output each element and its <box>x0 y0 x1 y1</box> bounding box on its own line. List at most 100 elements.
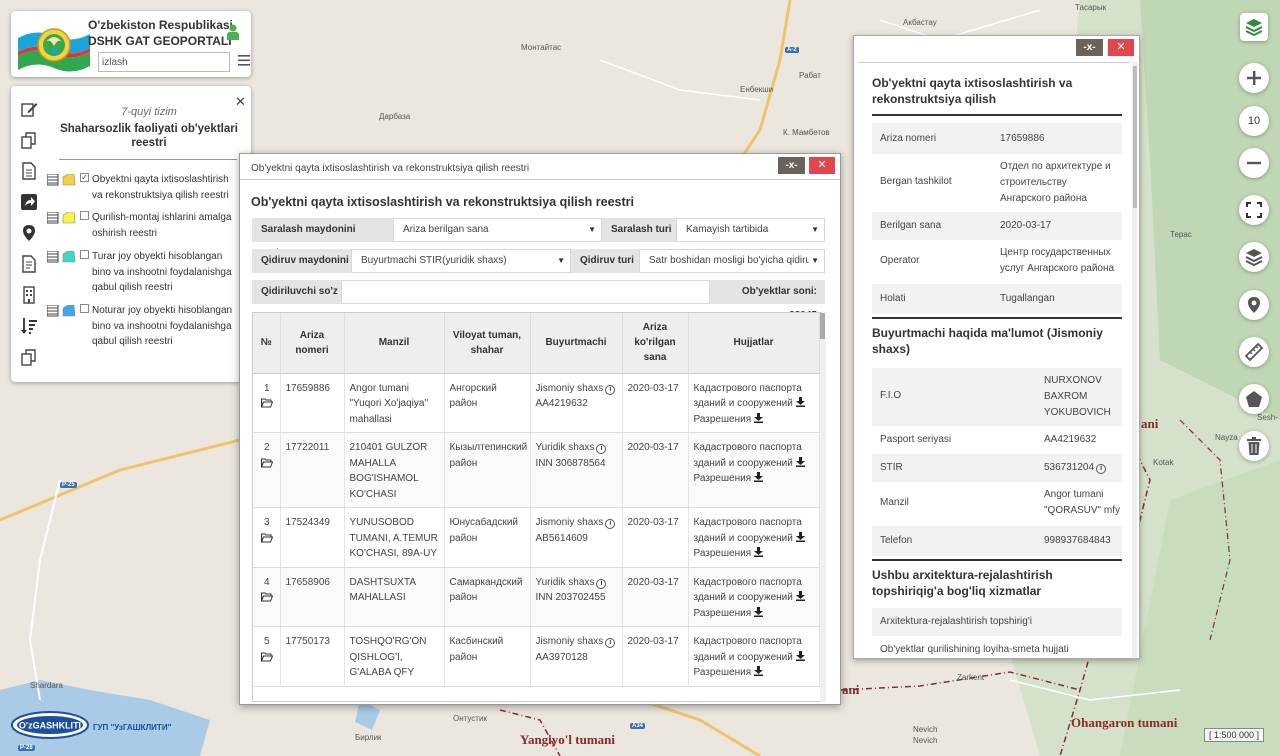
info-icon[interactable]: i <box>605 638 616 648</box>
download-icon[interactable] <box>795 397 805 407</box>
user-icon[interactable] <box>227 24 239 40</box>
delete-button[interactable] <box>1239 431 1269 461</box>
search-field-select[interactable]: Buyurtmachi STIR(yuridik shaxs) ▼ <box>351 249 571 273</box>
column-header[interactable]: Viloyat tuman, shahar <box>444 313 531 374</box>
search-input[interactable] <box>98 52 230 72</box>
duplicate-icon[interactable] <box>20 348 38 366</box>
layer-item[interactable]: Noturar joy obyekti hisoblangan bino va … <box>47 303 247 349</box>
document-link[interactable]: Кадастрового паспорта зданий и сооружени… <box>694 383 802 410</box>
column-header[interactable]: Buyurtmachi <box>530 313 623 374</box>
basemap-layers-button[interactable] <box>1240 13 1268 41</box>
column-header[interactable]: Ariza nomeri <box>280 313 345 374</box>
minimize-button[interactable]: -x- <box>778 157 805 174</box>
layer-table-icon[interactable] <box>47 212 77 224</box>
district-cell: Кызылтепинский район <box>444 432 531 508</box>
folder-open-icon[interactable] <box>260 652 273 662</box>
service-row[interactable]: Arxitektura-rejalashtirish topshirig'i <box>872 608 1122 636</box>
download-icon[interactable] <box>754 547 764 557</box>
table-row[interactable]: 1 17659886 Angor tumani "Yuqori Xo'jaqiya"… <box>253 373 820 433</box>
document-link[interactable]: Кадастрового паспорта зданий и сооружени… <box>694 517 802 544</box>
info-icon[interactable]: i <box>605 519 616 529</box>
table-row[interactable]: 4 17658906 DASHTSUXTA MAHALLASI Самаркандск… <box>253 567 820 627</box>
close-button[interactable]: ✕ <box>1108 39 1134 56</box>
column-header[interactable]: Ariza ko'rilgan sana <box>622 313 689 374</box>
sort-type-select[interactable]: Kamayish tartibida ▼ <box>676 218 825 242</box>
measure-button[interactable] <box>1239 337 1269 367</box>
search-field-value: Buyurtmachi STIR(yuridik shaxs) <box>361 255 507 266</box>
sort-icon[interactable] <box>20 317 38 335</box>
download-icon[interactable] <box>795 456 805 467</box>
layer-checkbox[interactable] <box>80 250 89 259</box>
document-link[interactable]: Разрешения <box>694 473 752 484</box>
download-icon[interactable] <box>795 650 805 661</box>
building-icon[interactable] <box>20 286 38 304</box>
layer-stack-button[interactable] <box>1239 242 1269 272</box>
sort-field-select[interactable]: Ariza berilgan sana ▼ <box>393 218 602 242</box>
download-icon[interactable] <box>754 606 764 617</box>
table-row[interactable]: 2 17722011 210401 GULZOR MAHALLA BOG'ISHAM… <box>253 432 820 508</box>
layer-table-icon[interactable] <box>47 174 77 186</box>
document-link[interactable]: Кадастрового паспорта зданий и сооружени… <box>694 442 802 469</box>
detail-row: Manzil Angor tumani "QORASUV" mfy <box>872 482 1122 526</box>
search-word-input[interactable] <box>341 280 710 304</box>
location-pin-icon[interactable] <box>20 224 38 242</box>
layer-table-icon[interactable] <box>47 251 77 263</box>
download-icon[interactable] <box>754 666 764 676</box>
document-lines-icon[interactable] <box>20 255 38 273</box>
registry-table-container[interactable]: № Ariza nomeri Manzil Viloyat tuman, sha… <box>252 312 822 702</box>
document-link[interactable]: Разрешения <box>694 414 752 425</box>
layer-table-icon[interactable] <box>47 305 77 317</box>
info-icon[interactable]: i <box>605 384 616 395</box>
edit-icon[interactable] <box>20 100 38 118</box>
download-icon[interactable] <box>754 412 764 423</box>
column-header[interactable]: № <box>253 313 281 374</box>
share-icon[interactable] <box>20 193 38 211</box>
document-link[interactable]: Разрешения <box>694 548 752 559</box>
download-icon[interactable] <box>795 591 805 601</box>
layer-checkbox[interactable] <box>80 211 89 220</box>
layer-item[interactable]: Turar joy obyekti hisoblangan bino va in… <box>47 249 247 295</box>
document-icon[interactable] <box>20 162 38 180</box>
map-label: Zarkent <box>957 673 985 682</box>
table-row[interactable]: 5 17750173 TOSHQO'RG'ON QISHLOG'I, G'ALABA… <box>253 626 820 687</box>
service-row[interactable]: Ob'yektlar qurilishining loyiha-smeta hu… <box>872 636 1122 656</box>
marker-button[interactable] <box>1239 290 1269 320</box>
document-link[interactable]: Кадастрового паспорта зданий и сооружени… <box>694 636 802 663</box>
document-link[interactable]: Кадастрового паспорта зданий и сооружени… <box>694 577 802 604</box>
fullscreen-button[interactable] <box>1239 195 1269 225</box>
column-header[interactable]: Manzil <box>344 313 445 374</box>
search-type-select[interactable]: Satr boshidan mosligi bo'yicha qidiruv ▼ <box>639 249 825 273</box>
download-icon[interactable] <box>754 472 764 482</box>
column-header[interactable]: Hujjatlar <box>688 313 820 374</box>
scrollbar-track[interactable] <box>820 338 826 702</box>
folder-open-icon[interactable] <box>260 592 273 602</box>
layer-item[interactable]: Qurilish-montaj ishlarini amalga oshiris… <box>47 210 247 241</box>
document-link[interactable]: Разрешения <box>694 667 752 678</box>
zoom-out-button[interactable] <box>1239 148 1269 178</box>
layer-checkbox[interactable]: ✓ <box>80 173 89 182</box>
folder-open-icon[interactable] <box>260 533 273 543</box>
draw-polygon-button[interactable] <box>1239 384 1269 414</box>
minimize-button[interactable]: -x- <box>1076 39 1103 56</box>
document-link[interactable]: Разрешения <box>694 608 752 619</box>
layer-item[interactable]: ✓ Obyektni qayta ixtisoslashtirish va re… <box>47 172 247 203</box>
registry-titlebar[interactable]: Ob'yektni qayta ixtisoslashtirish va rek… <box>240 154 840 180</box>
info-icon[interactable]: i <box>1096 464 1107 474</box>
detail-row: Operator Центр государственных услуг Анга… <box>872 240 1122 284</box>
detail-key: Operator <box>880 255 920 266</box>
close-button[interactable]: ✕ <box>809 157 835 174</box>
hamburger-menu-icon[interactable] <box>238 55 250 66</box>
folder-open-icon[interactable] <box>260 398 273 408</box>
scrollbar-thumb[interactable] <box>1133 66 1137 208</box>
scrollbar-thumb[interactable] <box>820 313 825 339</box>
layer-checkbox[interactable] <box>80 304 89 313</box>
download-icon[interactable] <box>795 531 805 542</box>
info-icon[interactable]: i <box>596 444 607 454</box>
info-icon[interactable]: i <box>596 578 607 589</box>
zoom-in-button[interactable] <box>1239 63 1269 93</box>
row-number: 1 <box>263 382 270 394</box>
road-shield: A-2 <box>785 47 799 53</box>
folder-open-icon[interactable] <box>260 458 273 468</box>
copy-icon[interactable] <box>20 131 38 149</box>
table-row[interactable]: 3 17524349 YUNUSOBOD TUMANI, A.TEMUR KO'CH… <box>253 507 820 568</box>
